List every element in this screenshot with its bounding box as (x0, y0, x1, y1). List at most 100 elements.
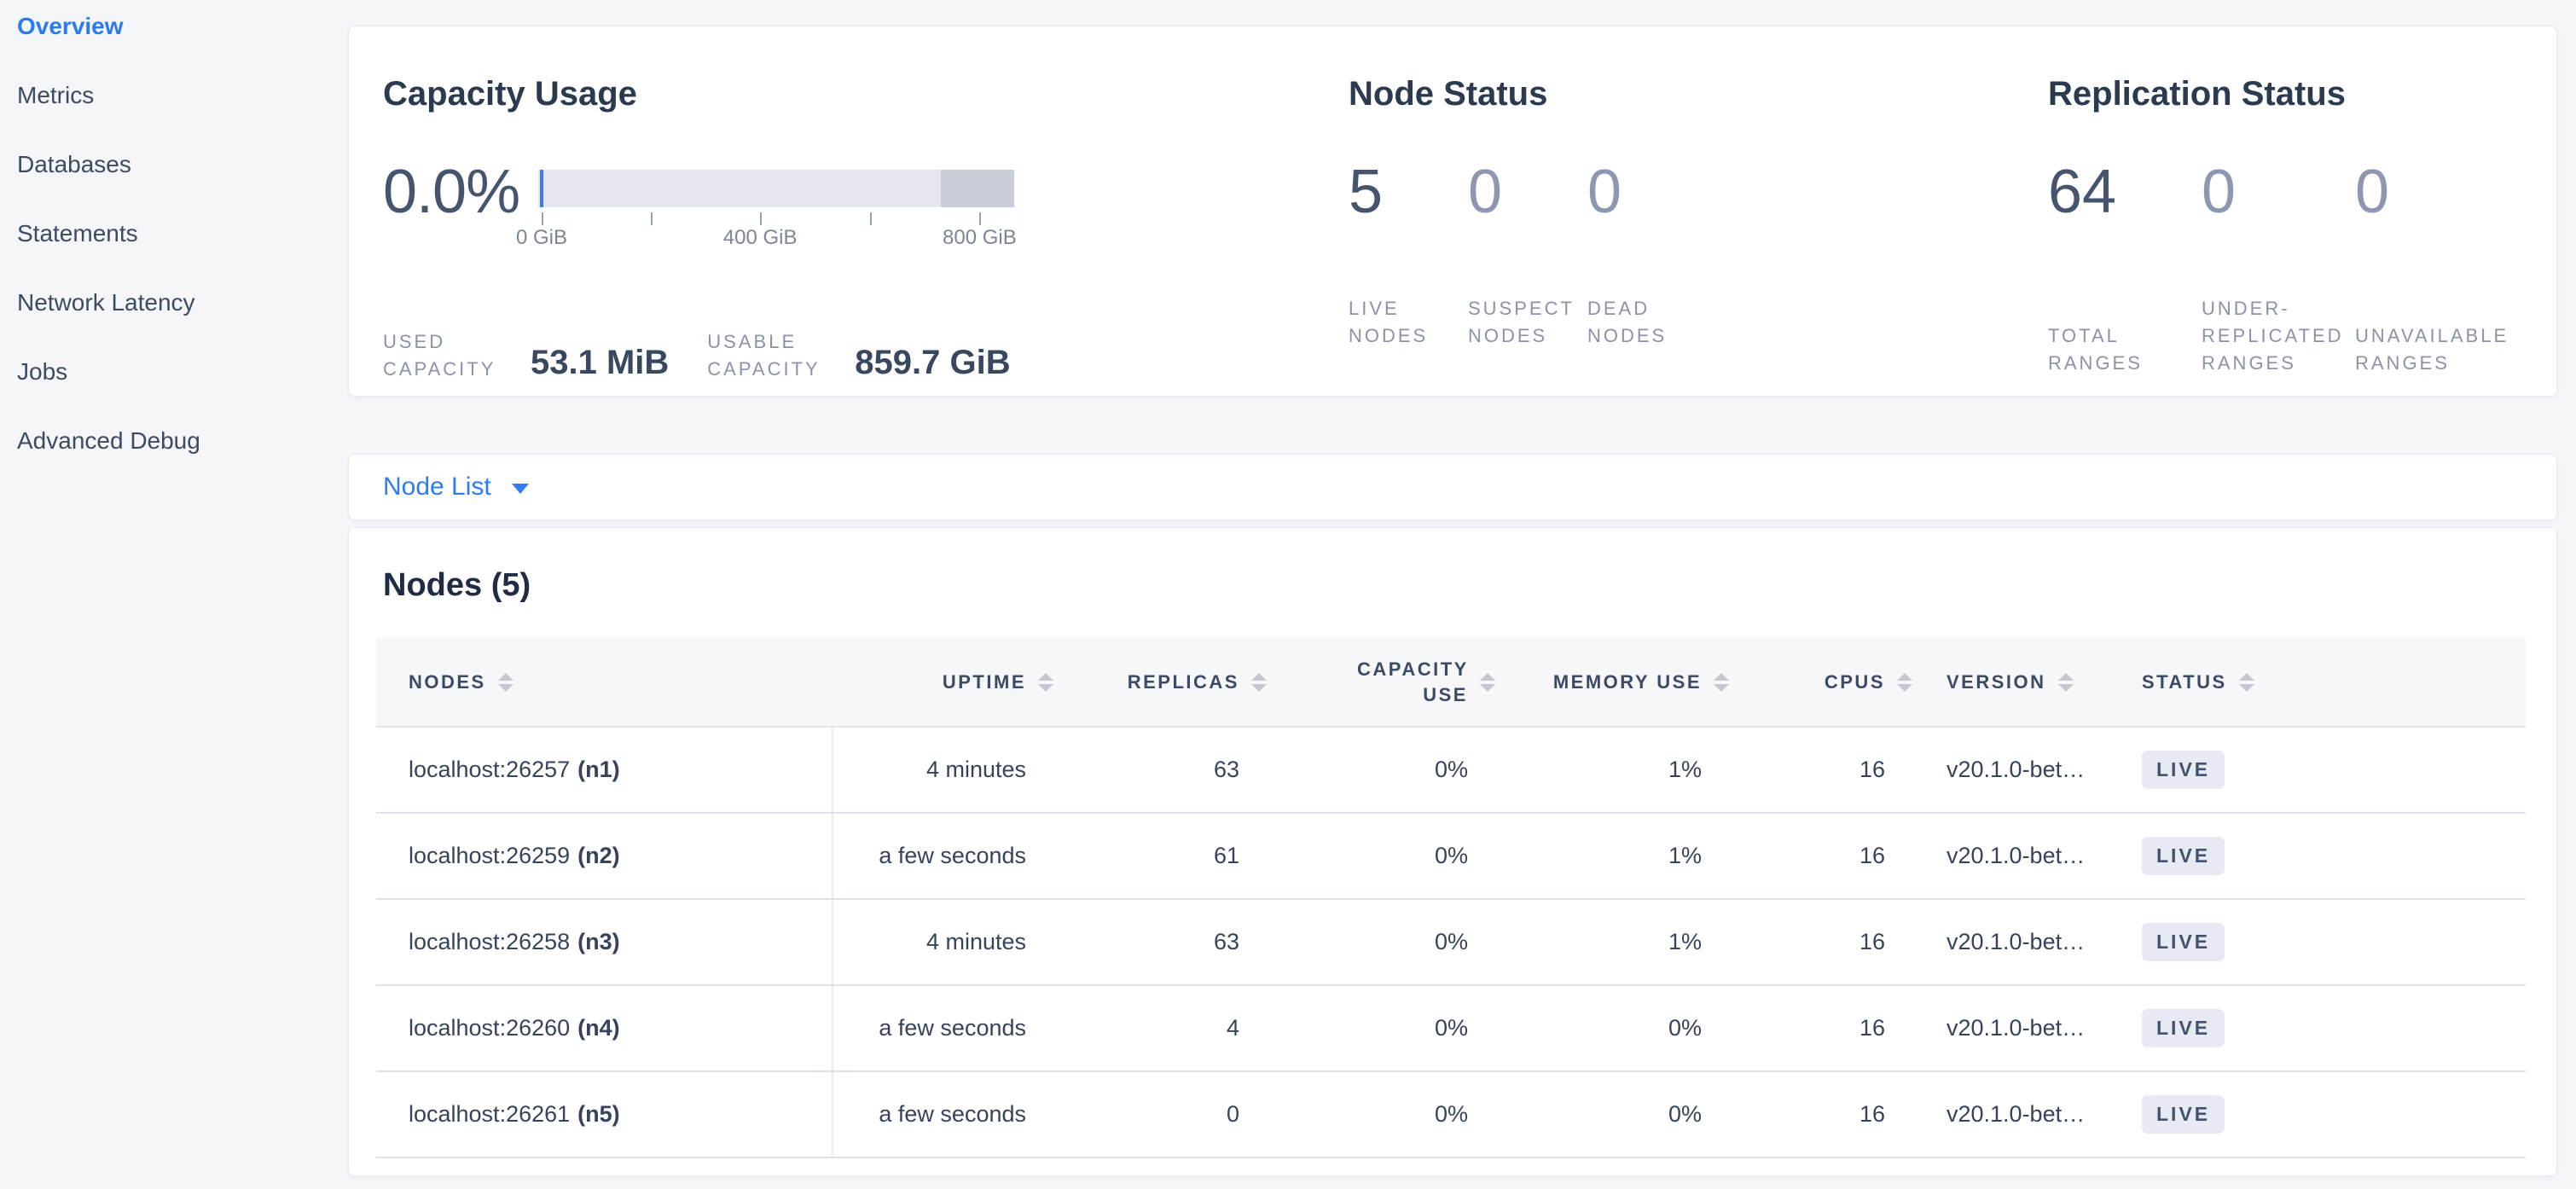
column-header-uptime[interactable]: UPTIME (833, 638, 1053, 727)
sidebar-item-overview[interactable]: Overview (0, 2, 337, 71)
column-header-memory-use[interactable]: MEMORY USE (1495, 638, 1729, 727)
gauge-label-mid: 400 GiB (723, 226, 798, 250)
node-list-dropdown-label[interactable]: Node List (383, 473, 491, 502)
unavailable-ranges-label: UNAVAILABLE RANGES (2355, 322, 2497, 377)
main-content: Capacity Usage 0.0% (348, 26, 2557, 1176)
status-badge: LIVE (2142, 837, 2225, 875)
node-id: (n2) (577, 843, 620, 868)
node-status-values: 5 0 0 (1349, 161, 2048, 223)
replicas-cell: 4 (1053, 985, 1267, 1071)
capacity-use-cell: 0% (1267, 813, 1495, 899)
unavailable-ranges-value: 0 (2355, 161, 2509, 223)
suspect-nodes-label: SUSPECT NODES (1468, 295, 1575, 350)
node-address-link[interactable]: localhost:26257 (409, 757, 570, 782)
memory-use-cell: 1% (1495, 899, 1729, 985)
table-row: localhost:26258(n3) 4 minutes 63 0% 1% 1… (376, 899, 2526, 985)
sidebar-item-databases[interactable]: Databases (0, 140, 337, 209)
live-nodes-label: LIVE NODES (1349, 295, 1456, 350)
node-address-link[interactable]: localhost:26261 (409, 1101, 570, 1127)
status-cell: LIVE (2133, 985, 2526, 1071)
table-row: localhost:26261(n5) a few seconds 0 0% 0… (376, 1071, 2526, 1157)
memory-use-cell: 1% (1495, 727, 1729, 813)
table-row: localhost:26257(n1) 4 minutes 63 0% 1% 1… (376, 727, 2526, 813)
node-name-cell: localhost:26261 (n5) (376, 1071, 833, 1157)
version-cell: v20.1.0-bet… (1912, 985, 2133, 1071)
status-badge: LIVE (2142, 1095, 2225, 1134)
uptime-cell: 4 minutes (833, 899, 1053, 985)
capacity-gauge: 0 GiB 400 GiB 800 GiB (538, 170, 1014, 252)
sidebar-item-advanced-debug[interactable]: Advanced Debug (0, 416, 337, 485)
status-badge: LIVE (2142, 751, 2225, 789)
replication-status-title: Replication Status (2048, 73, 2556, 114)
cpus-cell: 16 (1729, 727, 1912, 813)
status-badge: LIVE (2142, 1009, 2225, 1047)
node-address-link[interactable]: localhost:26259 (409, 843, 570, 868)
sidebar-item-jobs[interactable]: Jobs (0, 347, 337, 416)
status-cell: LIVE (2133, 1071, 2526, 1157)
node-name-cell: localhost:26257 (n1) (376, 727, 833, 813)
sort-icon (1251, 673, 1267, 692)
status-cell: LIVE (2133, 813, 2526, 899)
sort-icon (2058, 673, 2074, 692)
capacity-gauge-ticks (538, 207, 1014, 226)
capacity-gauge-bar (538, 170, 1014, 207)
uptime-cell: a few seconds (833, 985, 1053, 1071)
version-cell: v20.1.0-bet… (1912, 899, 2133, 985)
version-cell: v20.1.0-bet… (1912, 727, 2133, 813)
node-id: (n5) (577, 1101, 620, 1127)
capacity-use-cell: 0% (1267, 985, 1495, 1071)
sort-icon (1038, 673, 1053, 692)
capacity-usage-title: Capacity Usage (383, 73, 1349, 114)
replicas-cell: 0 (1053, 1071, 1267, 1157)
sort-icon (2239, 673, 2254, 692)
column-header-status[interactable]: STATUS (2133, 638, 2526, 727)
node-name-cell: localhost:26259 (n2) (376, 813, 833, 899)
capacity-gauge-dark-segment (941, 170, 1014, 207)
under-replicated-ranges-label: UNDER-REPLICATED RANGES (2202, 295, 2343, 377)
column-header-replicas[interactable]: REPLICAS (1053, 638, 1267, 727)
used-capacity-value: 53.1 MiB (531, 344, 669, 381)
replicas-cell: 61 (1053, 813, 1267, 899)
capacity-use-cell: 0% (1267, 899, 1495, 985)
capacity-stats-row: USED CAPACITY 53.1 MiB USABLE CAPACITY 8… (383, 328, 1349, 383)
column-header-version[interactable]: VERSION (1912, 638, 2133, 727)
capacity-use-cell: 0% (1267, 727, 1495, 813)
sidebar-item-statements[interactable]: Statements (0, 209, 337, 278)
memory-use-cell: 1% (1495, 813, 1729, 899)
replicas-cell: 63 (1053, 899, 1267, 985)
node-list-dropdown[interactable]: Node List (383, 473, 529, 502)
sidebar-item-metrics[interactable]: Metrics (0, 71, 337, 140)
column-header-nodes[interactable]: NODES (376, 638, 833, 727)
live-nodes-value: 5 (1349, 161, 1468, 223)
sidebar-item-network-latency[interactable]: Network Latency (0, 278, 337, 347)
table-header-row: NODES UPTIME REPLICAS CAPACITY USE MEMOR… (376, 638, 2526, 727)
node-name-cell: localhost:26258(n3) (376, 899, 833, 985)
memory-use-cell: 0% (1495, 985, 1729, 1071)
table-row: localhost:26259(n2) a few seconds 61 0% … (376, 813, 2526, 899)
usable-capacity-value: 859.7 GiB (855, 344, 1010, 381)
status-badge: LIVE (2142, 923, 2225, 961)
replication-labels: TOTAL RANGES UNDER-REPLICATED RANGES UNA… (2048, 295, 2556, 377)
replication-status-section: Replication Status 64 0 0 TOTAL RANGES U… (2048, 73, 2556, 396)
nodes-table: NODES UPTIME REPLICAS CAPACITY USE MEMOR… (376, 638, 2526, 1158)
node-id: (n4) (577, 1015, 620, 1041)
sort-icon (498, 673, 513, 692)
capacity-used-percent: 0.0% (383, 161, 519, 223)
used-capacity-label: USED CAPACITY (383, 328, 515, 383)
column-header-cpus[interactable]: CPUS (1729, 638, 1912, 727)
node-address-link[interactable]: localhost:26258 (409, 929, 570, 954)
suspect-nodes-value: 0 (1468, 161, 1587, 223)
node-address-link[interactable]: localhost:26260 (409, 1015, 570, 1041)
replication-values: 64 0 0 (2048, 161, 2556, 223)
sort-icon (1897, 673, 1912, 692)
nodes-table-card: Nodes (5) NODES UPTIME REPLICAS CAPACITY… (348, 527, 2557, 1176)
column-header-capacity-use[interactable]: CAPACITY USE (1267, 638, 1495, 727)
capacity-gauge-axis-labels: 0 GiB 400 GiB 800 GiB (538, 226, 1014, 252)
cluster-overview-card: Capacity Usage 0.0% (348, 26, 2557, 397)
node-id: (n1) (577, 757, 620, 782)
chevron-down-icon (512, 484, 529, 494)
version-cell: v20.1.0-bet… (1912, 1071, 2133, 1157)
node-status-title: Node Status (1349, 73, 2048, 114)
status-cell: LIVE (2133, 899, 2526, 985)
node-status-section: Node Status 5 0 0 LIVE NODES SUSPECT NOD… (1349, 73, 2048, 396)
